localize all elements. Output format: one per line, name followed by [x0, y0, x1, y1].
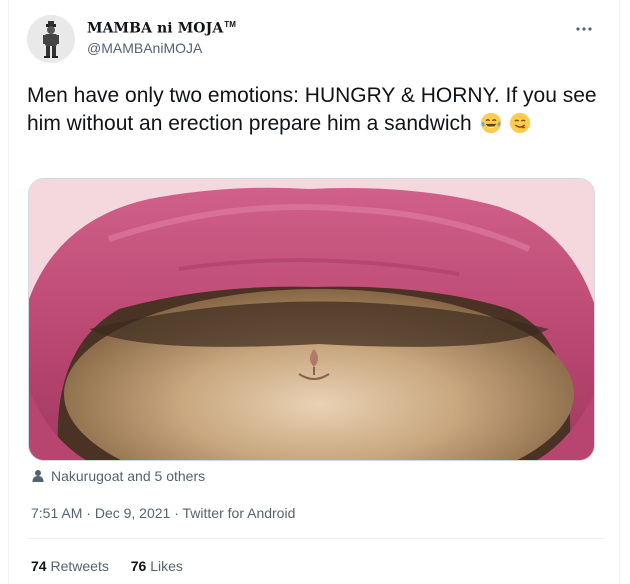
- retweets-count: 74: [31, 558, 47, 574]
- tagged-people[interactable]: Nakurugoat and 5 others: [31, 468, 205, 484]
- person-icon: [32, 470, 44, 482]
- tagged-people-text: Nakurugoat and 5 others: [51, 468, 206, 484]
- meta-separator: ·: [86, 505, 91, 521]
- tweet-stats: 74 Retweets 76 Likes: [31, 558, 201, 574]
- likes-label: Likes: [150, 558, 183, 574]
- author-handle[interactable]: @MAMBAniMOJA: [87, 40, 236, 56]
- cat-in-hood-image: [29, 179, 594, 460]
- tweet-date[interactable]: Dec 9, 2021: [95, 505, 171, 521]
- more-options-button[interactable]: [571, 19, 597, 39]
- author-display-name[interactable]: MAMBA ni MOJATM: [87, 20, 236, 37]
- tweet-source[interactable]: Twitter for Android: [183, 505, 296, 521]
- likes-stat[interactable]: 76 Likes: [131, 558, 183, 574]
- avatar[interactable]: [27, 15, 75, 63]
- tweet-time[interactable]: 7:51 AM: [31, 505, 82, 521]
- tweet-card: MAMBA ni MOJATM @MAMBAniMOJA Men have on…: [8, 0, 620, 584]
- tears-of-joy-emoji-icon: [480, 112, 501, 134]
- retweets-label: Retweets: [50, 558, 109, 574]
- likes-count: 76: [130, 558, 147, 574]
- retweets-stat[interactable]: 74 Retweets: [31, 558, 109, 574]
- avatar-image: [27, 15, 75, 63]
- tweet-metadata: 7:51 AM · Dec 9, 2021 · Twitter for Andr…: [31, 505, 295, 521]
- tweet-text: Men have only two emotions: HUNGRY & HOR…: [27, 82, 602, 138]
- tweet-header: MAMBA ni MOJATM @MAMBAniMOJA: [27, 15, 607, 71]
- savoring-food-emoji-icon: [510, 112, 531, 134]
- tweet-media-photo[interactable]: [28, 178, 595, 461]
- author-block[interactable]: MAMBA ni MOJATM @MAMBAniMOJA: [87, 20, 236, 56]
- display-name-text: MAMBA ni MOJA: [87, 20, 224, 37]
- more-icon: [576, 27, 592, 31]
- divider: [27, 538, 605, 539]
- trademark-symbol: TM: [224, 20, 237, 29]
- meta-separator: ·: [174, 505, 179, 521]
